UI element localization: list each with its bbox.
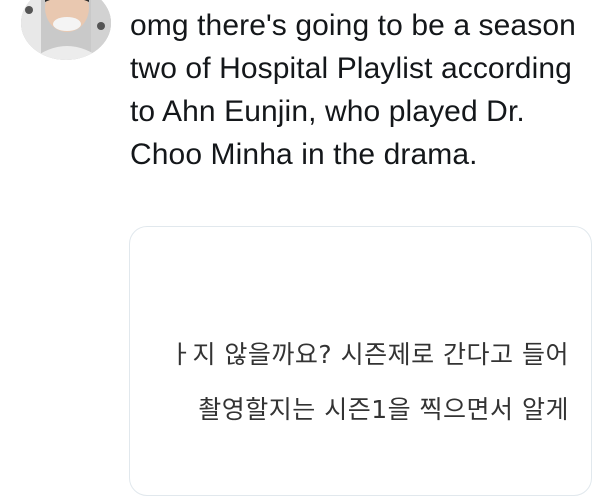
video-subtitle-line-2: 촬영할지는 시즌1을 찍으면서 알게 [198, 395, 569, 424]
user-avatar[interactable] [21, 0, 111, 60]
tweet-media-card[interactable]: ㅏ지 않을까요? 시즌제로 간다고 들어 촬영할지는 시즌1을 찍으면서 알게 [129, 226, 592, 496]
tweet-text: omg there's going to be a season two of … [130, 9, 576, 171]
video-subtitle-line-1: ㅏ지 않을까요? 시즌제로 간다고 들어 [168, 340, 569, 369]
